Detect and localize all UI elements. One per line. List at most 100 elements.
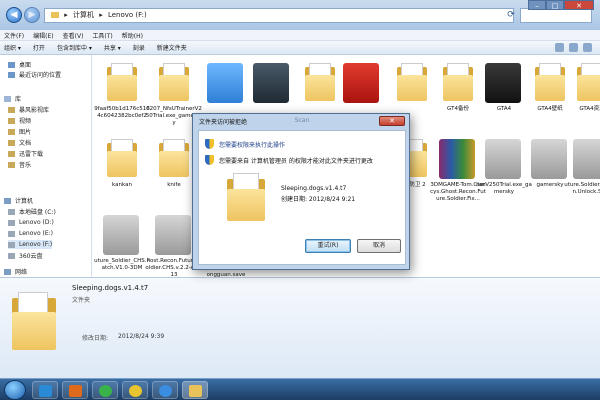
toolbar-button[interactable]: 新建文件夹 <box>157 43 187 52</box>
nav-item-label: Lenovo (F:) <box>19 241 53 248</box>
view-icon[interactable] <box>555 43 564 52</box>
view-options <box>555 43 592 52</box>
nav-item-drive[interactable]: 本地磁盘 (C:) <box>8 207 56 216</box>
nav-item-drive[interactable]: Lenovo (F:) <box>8 240 53 249</box>
folder-icon <box>533 63 567 103</box>
menu-item[interactable]: 工具(T) <box>92 31 112 40</box>
nav-item-label: 库 <box>15 96 22 103</box>
nav-item-label: 360云盘 <box>19 253 43 260</box>
nav-item-label: 暴风影视库 <box>19 107 50 114</box>
minimize-button[interactable]: – <box>528 0 546 10</box>
exe-icon <box>155 215 191 255</box>
nav-item-recent[interactable]: 最近访问的位置 <box>8 70 61 79</box>
gta-icon <box>485 63 521 103</box>
menu-item[interactable]: 帮助(H) <box>122 31 143 40</box>
forward-icon[interactable]: ▶ <box>24 7 40 23</box>
nav-item-icon <box>8 208 15 215</box>
file-item-label: uture_Soldier_CHS.Patch.V1.0-3DM <box>94 258 150 271</box>
taskbar-app-qq[interactable] <box>152 381 178 399</box>
file-item-label: GTA4资源 <box>579 106 600 112</box>
dialog-close-button[interactable]: ✕ <box>379 116 405 126</box>
breadcrumb-computer[interactable]: 计算机 <box>73 11 94 19</box>
toolbar: 组织 ▾ 打开 包含到库中 ▾ 共享 ▾ 刻录 新建文件夹 <box>0 41 600 55</box>
nav-item-label: Lenovo (E:) <box>19 230 54 237</box>
taskbar-app-chrome[interactable] <box>122 381 148 399</box>
taskbar-app-360[interactable] <box>92 381 118 399</box>
menu-item[interactable]: 编辑(E) <box>33 31 53 40</box>
menu-bar: 文件(F) 编辑(E) 查看(V) 工具(T) 帮助(H) <box>0 30 600 41</box>
nav-item-icon <box>8 241 15 248</box>
nav-item-icon <box>8 106 15 113</box>
pegi-icon <box>343 63 379 103</box>
menu-item[interactable]: 文件(F) <box>4 31 24 40</box>
folder-icon <box>51 12 59 18</box>
retry-button[interactable]: 重试(R) <box>305 239 351 253</box>
folder-icon <box>105 63 139 103</box>
maximize-button[interactable]: □ <box>546 0 564 10</box>
folder-icon <box>441 63 475 103</box>
navigation-pane: 桌面 最近访问的位置库暴风影视库视频图片文档迅雷下载音乐计算机本地磁盘 (C:) L… <box>0 55 92 277</box>
nav-item-drive[interactable]: Lenovo (D:) <box>8 218 54 227</box>
selected-name: Sleeping.dogs.v1.4.t7 <box>72 284 149 292</box>
nav-header-libraries[interactable]: 库 <box>4 94 21 103</box>
nav-item-label: 桌面 <box>19 62 32 69</box>
toolbar-button[interactable]: 包含到库中 ▾ <box>57 43 92 52</box>
exe-icon <box>103 215 139 255</box>
menu-item[interactable]: 查看(V) <box>63 31 84 40</box>
nav-item-icon <box>8 161 15 168</box>
back-icon[interactable]: ◀ <box>6 7 22 23</box>
address-bar[interactable]: ▸ 计算机 ▸ Lenovo (F:) <box>44 8 514 23</box>
folder-icon <box>225 173 267 221</box>
nav-item-label: 图片 <box>19 129 32 136</box>
nav-item-label: 文档 <box>19 140 32 147</box>
nav-item-drive[interactable]: 360云盘 <box>8 251 42 260</box>
breadcrumb-drive[interactable]: Lenovo (F:) <box>108 11 147 19</box>
nav-item-library[interactable]: 视频 <box>8 116 31 125</box>
window-controls: – □ ✕ <box>528 0 594 10</box>
toolbar-button[interactable]: 刻录 <box>133 43 145 52</box>
nav-item-label: Lenovo (D:) <box>19 219 54 226</box>
cancel-button[interactable]: 取消 <box>357 239 401 253</box>
details-pane: Sleeping.dogs.v1.4.t7 文件夹 修改日期: 2012/8/2… <box>0 277 600 378</box>
dialog-heading: 您需要权限来执行此操作 <box>219 142 286 149</box>
help-icon[interactable] <box>583 43 592 52</box>
exe-icon <box>485 139 521 179</box>
nav-item-desktop[interactable]: 桌面 <box>8 60 31 69</box>
dialog-message: 您需要来自 计算机管理员 的权限才能对此文件夹进行更改 <box>219 158 373 165</box>
folder-icon <box>303 63 337 103</box>
toolbar-button[interactable]: 组织 ▾ <box>4 43 21 52</box>
nav-item-library[interactable]: 音乐 <box>8 160 31 169</box>
toolbar-button[interactable]: 打开 <box>33 43 45 52</box>
nav-item-label: 计算机 <box>15 198 34 205</box>
start-button[interactable] <box>4 380 26 400</box>
toolbar-button[interactable]: 共享 ▾ <box>104 43 121 52</box>
file-item-label: 9faaf50b1d176c5164c6042382bc0ef2 <box>94 106 150 119</box>
nav-item-library[interactable]: 图片 <box>8 127 31 136</box>
taskbar-app-media[interactable] <box>62 381 88 399</box>
nav-item-library[interactable]: 文档 <box>8 138 31 147</box>
taskbar <box>0 378 600 400</box>
nav-item-icon <box>4 95 11 102</box>
nav-item-label: 视频 <box>19 118 32 125</box>
close-button[interactable]: ✕ <box>564 0 594 10</box>
nav-item-drive[interactable]: Lenovo (E:) <box>8 229 53 238</box>
network-icon <box>4 268 11 275</box>
nav-item-label: 迅雷下载 <box>19 151 44 158</box>
nav-item-icon <box>8 252 15 259</box>
rar-icon <box>439 139 475 179</box>
refresh-icon[interactable]: ⟳ <box>505 8 517 23</box>
nav-item-network[interactable]: 网络 <box>4 267 27 276</box>
nav-item-icon <box>8 128 15 135</box>
nav-item-library[interactable]: 暴风影视库 <box>8 105 49 114</box>
taskbar-app-explorer[interactable] <box>182 381 208 399</box>
dialog-folder-date: 创建日期: 2012/8/24 9:21 <box>281 196 356 203</box>
nav-item-icon <box>8 61 15 68</box>
nav-item-library[interactable]: 迅雷下载 <box>8 149 43 158</box>
modified-value: 2012/8/24 9:39 <box>118 333 165 340</box>
nav-item-icon <box>4 197 11 204</box>
taskbar-app-ie[interactable] <box>32 381 58 399</box>
nav-header-computer[interactable]: 计算机 <box>4 196 33 205</box>
modified-label: 修改日期: <box>82 335 109 342</box>
nav-item-label: 网络 <box>15 269 28 276</box>
preview-pane-icon[interactable] <box>569 43 578 52</box>
